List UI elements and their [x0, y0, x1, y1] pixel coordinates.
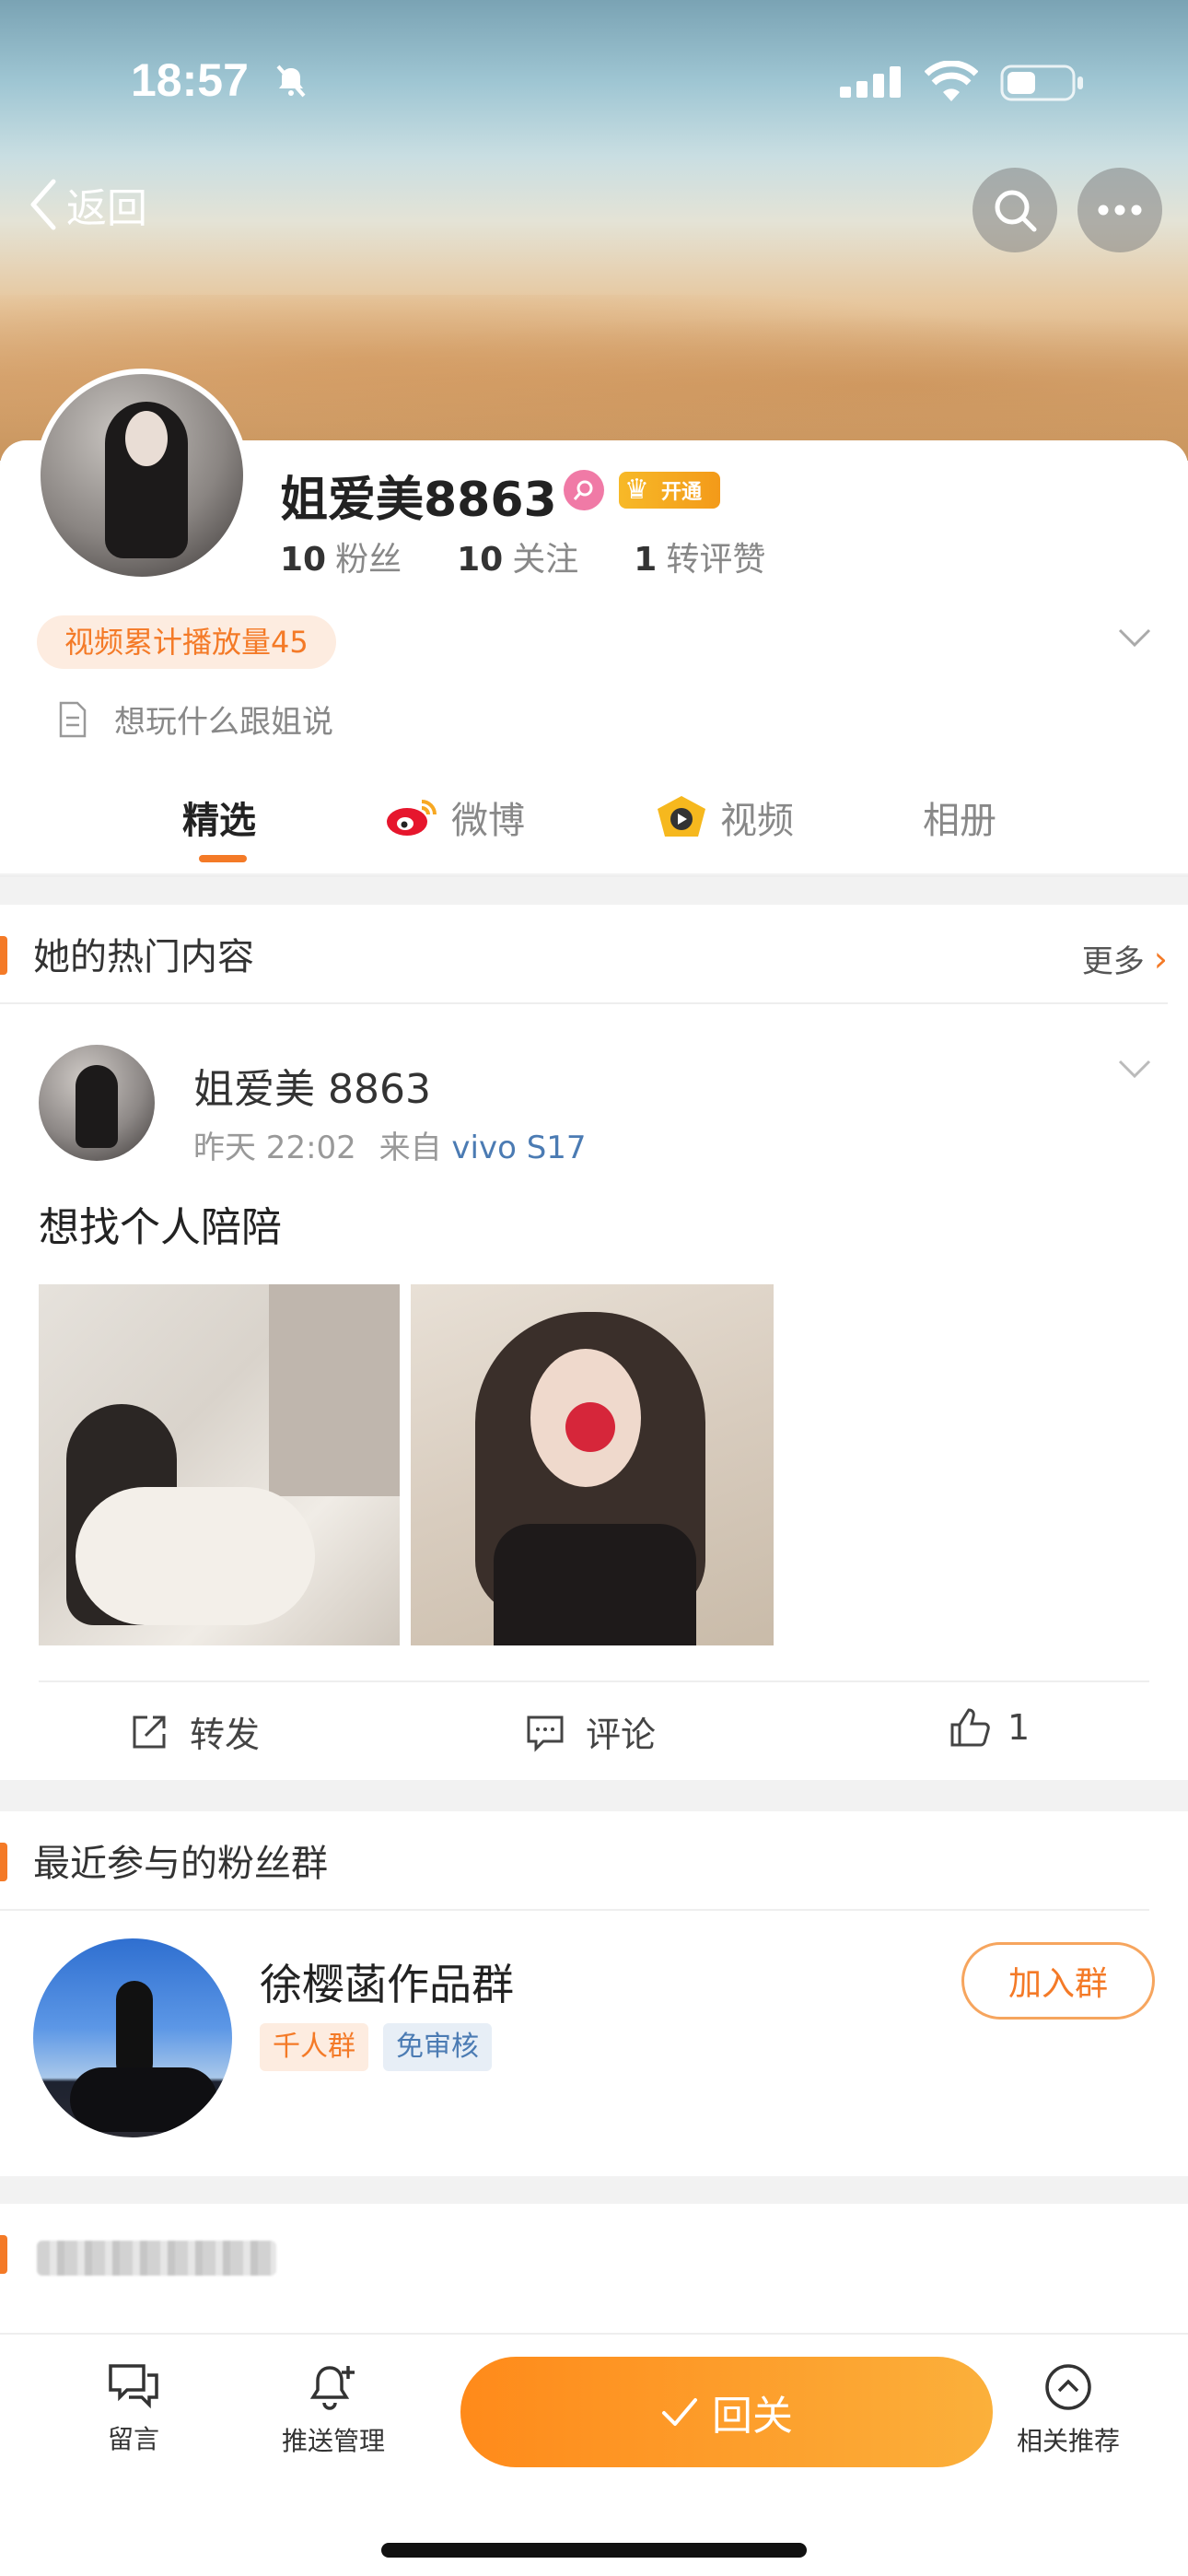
- cellular-signal-icon: [840, 66, 901, 98]
- fan-group-header: 最近参与的粉丝群: [0, 1811, 1149, 1911]
- post-text[interactable]: 想找个人陪陪: [39, 1194, 282, 1253]
- vip-open-badge[interactable]: ♛ 开通: [619, 472, 720, 509]
- post-device[interactable]: vivo S17: [451, 1130, 586, 1166]
- chevron-right-icon: ›: [1153, 938, 1168, 979]
- tab-featured[interactable]: 精选: [182, 790, 256, 844]
- blurred-section-title: [37, 2241, 276, 2276]
- post-image-1[interactable]: [39, 1284, 400, 1645]
- comment-button[interactable]: 评论: [525, 1706, 656, 1757]
- bio-text: 想玩什么跟姐说: [114, 704, 333, 741]
- back-button[interactable]: 返回: [29, 175, 147, 234]
- post-meta: 昨天 22:02 来自 vivo S17: [193, 1122, 587, 1167]
- group-avatar[interactable]: [33, 1938, 232, 2137]
- follow-back-button[interactable]: 回关: [460, 2357, 993, 2467]
- post-menu-chevron-icon[interactable]: [1116, 1058, 1153, 1080]
- video-play-count-badge[interactable]: 视频累计播放量45: [37, 615, 336, 669]
- stat-following[interactable]: 10 关注: [457, 533, 578, 580]
- document-icon: [59, 701, 87, 737]
- tab-weibo[interactable]: 微博: [385, 790, 525, 844]
- profile-stats: 10 粉丝 10 关注 1 转评赞: [280, 533, 821, 580]
- tab-video[interactable]: 视频: [656, 790, 794, 844]
- back-label: 返回: [66, 185, 147, 232]
- vip-open-label: 开通: [661, 481, 703, 504]
- repost-icon: [133, 1715, 166, 1748]
- silent-bell-icon: [276, 64, 306, 98]
- profile-bio: 想玩什么跟姐说: [57, 697, 333, 742]
- status-time: 18:57: [131, 54, 249, 106]
- more-link[interactable]: 更多 ›: [1082, 936, 1168, 981]
- wifi-icon: [925, 61, 978, 101]
- tab-album[interactable]: 相册: [923, 790, 996, 844]
- post-source-prefix: 来自: [379, 1130, 442, 1166]
- active-tab-indicator: [199, 855, 247, 862]
- post-author-name[interactable]: 姐爱美 8863: [193, 1056, 431, 1115]
- stat-followers[interactable]: 10 粉丝: [280, 533, 402, 580]
- push-settings-button[interactable]: 推送管理: [282, 2362, 385, 2458]
- like-button[interactable]: 1: [949, 1706, 1030, 1749]
- chevron-down-icon[interactable]: [1116, 626, 1153, 649]
- search-button[interactable]: [973, 168, 1057, 252]
- bell-plus-icon: [309, 2366, 355, 2410]
- profile-name: 姐爱美8863: [280, 473, 557, 528]
- profile-tabs: 精选 微博 视频 相册: [0, 781, 1188, 873]
- post-image-2[interactable]: [411, 1284, 774, 1645]
- message-icon: [109, 2364, 158, 2409]
- group-name[interactable]: 徐樱菡作品群: [260, 1951, 514, 2012]
- search-badge-icon[interactable]: [564, 470, 604, 510]
- message-button[interactable]: 留言: [107, 2362, 160, 2456]
- chevron-up-circle-icon: [1045, 2364, 1091, 2410]
- thumbs-up-icon: [950, 1708, 990, 1747]
- section-title: 最近参与的粉丝群: [33, 1843, 328, 1885]
- group-tag-size: 千人群: [260, 2023, 368, 2071]
- comment-icon: [527, 1715, 564, 1752]
- status-bar: 18:57: [0, 48, 1188, 114]
- like-count: 1: [1007, 1707, 1031, 1748]
- post-time: 昨天 22:02: [193, 1130, 356, 1166]
- more-options-button[interactable]: [1077, 168, 1162, 252]
- battery-icon: [1000, 64, 1083, 101]
- bottom-action-bar: 留言 推送管理 回关 相关推荐: [0, 2333, 1188, 2576]
- crown-icon: ♛: [624, 474, 649, 506]
- weibo-logo-icon: [387, 800, 437, 836]
- hot-content-header: 她的热门内容 更多 ›: [0, 905, 1168, 1004]
- join-group-button[interactable]: 加入群: [961, 1942, 1155, 2020]
- check-icon: [662, 2398, 697, 2426]
- more-dots-icon: [1098, 205, 1142, 216]
- home-indicator: [381, 2543, 807, 2558]
- video-logo-icon: [658, 796, 705, 837]
- post-actions: 转发 评论 1: [0, 1695, 1188, 1769]
- profile-avatar[interactable]: [35, 369, 249, 582]
- related-recommend-button[interactable]: 相关推荐: [1017, 2362, 1120, 2458]
- stat-interactions[interactable]: 1 转评赞: [634, 533, 765, 580]
- section-title: 她的热门内容: [33, 936, 254, 978]
- chevron-left-icon: [30, 179, 56, 230]
- repost-button[interactable]: 转发: [129, 1706, 260, 1757]
- search-icon: [995, 190, 1037, 232]
- group-tag-approval: 免审核: [383, 2023, 492, 2071]
- post-author-avatar[interactable]: [39, 1045, 155, 1161]
